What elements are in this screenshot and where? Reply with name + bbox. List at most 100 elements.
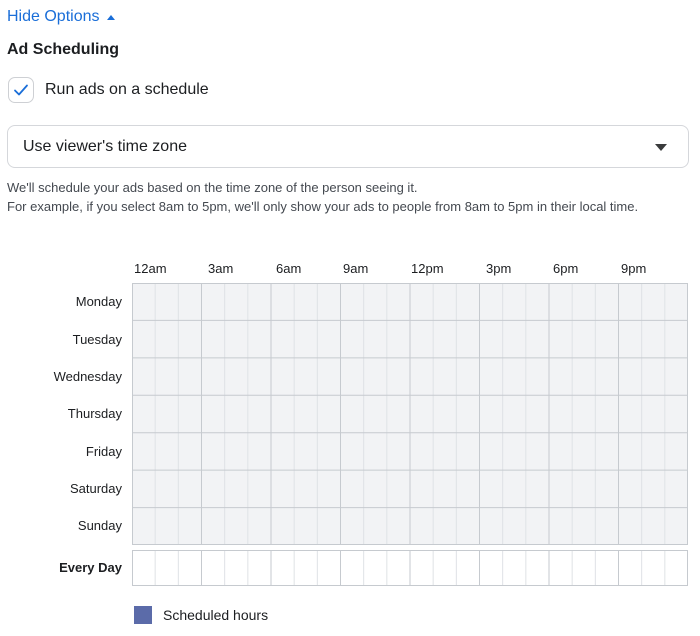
- schedule-cell-thursday-20[interactable]: [595, 395, 619, 433]
- schedule-cell-sunday-7[interactable]: [294, 507, 318, 545]
- schedule-cell-monday-10[interactable]: [363, 283, 387, 321]
- schedule-cell-wednesday-6[interactable]: [271, 357, 295, 396]
- schedule-cell-wednesday-17[interactable]: [525, 357, 549, 396]
- schedule-cell-thursday-9[interactable]: [340, 395, 364, 433]
- schedule-cell-friday-0[interactable]: [132, 432, 156, 471]
- schedule-cell-thursday-8[interactable]: [317, 395, 341, 433]
- schedule-cell-thursday-18[interactable]: [549, 395, 573, 433]
- schedule-cell-tuesday-4[interactable]: [224, 320, 248, 358]
- schedule-cell-tuesday-13[interactable]: [433, 320, 457, 358]
- every-day-cell-13[interactable]: [433, 550, 457, 586]
- schedule-cell-monday-4[interactable]: [224, 283, 248, 321]
- schedule-cell-thursday-17[interactable]: [525, 395, 549, 433]
- schedule-cell-thursday-11[interactable]: [386, 395, 410, 433]
- schedule-cell-monday-23[interactable]: [664, 283, 688, 321]
- schedule-cell-sunday-14[interactable]: [456, 507, 480, 545]
- schedule-cell-friday-23[interactable]: [664, 432, 688, 471]
- schedule-cell-monday-6[interactable]: [271, 283, 295, 321]
- schedule-cell-tuesday-16[interactable]: [502, 320, 526, 358]
- schedule-cell-saturday-5[interactable]: [247, 470, 271, 508]
- every-day-cell-18[interactable]: [549, 550, 573, 586]
- every-day-cell-17[interactable]: [525, 550, 549, 586]
- schedule-cell-sunday-16[interactable]: [502, 507, 526, 545]
- schedule-cell-sunday-17[interactable]: [525, 507, 549, 545]
- schedule-cell-friday-1[interactable]: [155, 432, 179, 471]
- schedule-cell-friday-15[interactable]: [479, 432, 503, 471]
- schedule-cell-wednesday-22[interactable]: [641, 357, 665, 396]
- schedule-cell-thursday-22[interactable]: [641, 395, 665, 433]
- schedule-cell-thursday-21[interactable]: [618, 395, 642, 433]
- schedule-cell-wednesday-11[interactable]: [386, 357, 410, 396]
- schedule-cell-tuesday-20[interactable]: [595, 320, 619, 358]
- every-day-cell-3[interactable]: [201, 550, 225, 586]
- schedule-cell-tuesday-14[interactable]: [456, 320, 480, 358]
- schedule-cell-friday-8[interactable]: [317, 432, 341, 471]
- schedule-cell-tuesday-17[interactable]: [525, 320, 549, 358]
- schedule-cell-thursday-14[interactable]: [456, 395, 480, 433]
- schedule-cell-sunday-23[interactable]: [664, 507, 688, 545]
- every-day-cell-22[interactable]: [641, 550, 665, 586]
- schedule-cell-tuesday-7[interactable]: [294, 320, 318, 358]
- schedule-cell-tuesday-21[interactable]: [618, 320, 642, 358]
- schedule-grid[interactable]: [132, 283, 688, 545]
- schedule-cell-friday-19[interactable]: [572, 432, 596, 471]
- schedule-cell-saturday-1[interactable]: [155, 470, 179, 508]
- schedule-cell-sunday-2[interactable]: [178, 507, 202, 545]
- schedule-cell-wednesday-16[interactable]: [502, 357, 526, 396]
- schedule-cell-monday-14[interactable]: [456, 283, 480, 321]
- schedule-cell-monday-18[interactable]: [549, 283, 573, 321]
- schedule-cell-saturday-4[interactable]: [224, 470, 248, 508]
- schedule-cell-saturday-3[interactable]: [201, 470, 225, 508]
- schedule-cell-tuesday-10[interactable]: [363, 320, 387, 358]
- schedule-cell-sunday-10[interactable]: [363, 507, 387, 545]
- every-day-cell-0[interactable]: [132, 550, 156, 586]
- schedule-cell-monday-15[interactable]: [479, 283, 503, 321]
- schedule-cell-saturday-12[interactable]: [410, 470, 434, 508]
- schedule-cell-sunday-3[interactable]: [201, 507, 225, 545]
- schedule-cell-thursday-3[interactable]: [201, 395, 225, 433]
- every-day-cell-7[interactable]: [294, 550, 318, 586]
- schedule-cell-saturday-0[interactable]: [132, 470, 156, 508]
- schedule-cell-friday-4[interactable]: [224, 432, 248, 471]
- schedule-cell-saturday-15[interactable]: [479, 470, 503, 508]
- schedule-cell-thursday-13[interactable]: [433, 395, 457, 433]
- schedule-cell-saturday-9[interactable]: [340, 470, 364, 508]
- every-day-cell-1[interactable]: [155, 550, 179, 586]
- schedule-cell-thursday-23[interactable]: [664, 395, 688, 433]
- schedule-cell-wednesday-15[interactable]: [479, 357, 503, 396]
- every-day-cell-14[interactable]: [456, 550, 480, 586]
- schedule-cell-sunday-1[interactable]: [155, 507, 179, 545]
- every-day-cell-23[interactable]: [664, 550, 688, 586]
- schedule-cell-friday-12[interactable]: [410, 432, 434, 471]
- run-on-schedule-checkbox[interactable]: [8, 77, 34, 103]
- schedule-cell-wednesday-10[interactable]: [363, 357, 387, 396]
- schedule-cell-wednesday-8[interactable]: [317, 357, 341, 396]
- schedule-cell-thursday-1[interactable]: [155, 395, 179, 433]
- schedule-cell-friday-11[interactable]: [386, 432, 410, 471]
- every-day-cell-11[interactable]: [386, 550, 410, 586]
- schedule-cell-friday-22[interactable]: [641, 432, 665, 471]
- schedule-cell-wednesday-18[interactable]: [549, 357, 573, 396]
- schedule-cell-sunday-19[interactable]: [572, 507, 596, 545]
- every-day-cell-8[interactable]: [317, 550, 341, 586]
- schedule-cell-saturday-7[interactable]: [294, 470, 318, 508]
- schedule-cell-saturday-6[interactable]: [271, 470, 295, 508]
- schedule-cell-sunday-18[interactable]: [549, 507, 573, 545]
- every-day-cell-2[interactable]: [178, 550, 202, 586]
- schedule-cell-wednesday-2[interactable]: [178, 357, 202, 396]
- every-day-cell-10[interactable]: [363, 550, 387, 586]
- every-day-cell-16[interactable]: [502, 550, 526, 586]
- schedule-cell-sunday-0[interactable]: [132, 507, 156, 545]
- schedule-cell-wednesday-12[interactable]: [410, 357, 434, 396]
- schedule-cell-tuesday-23[interactable]: [664, 320, 688, 358]
- schedule-cell-sunday-6[interactable]: [271, 507, 295, 545]
- schedule-cell-wednesday-7[interactable]: [294, 357, 318, 396]
- schedule-cell-saturday-2[interactable]: [178, 470, 202, 508]
- schedule-cell-tuesday-15[interactable]: [479, 320, 503, 358]
- schedule-cell-sunday-4[interactable]: [224, 507, 248, 545]
- schedule-cell-sunday-21[interactable]: [618, 507, 642, 545]
- schedule-cell-sunday-12[interactable]: [410, 507, 434, 545]
- schedule-cell-thursday-10[interactable]: [363, 395, 387, 433]
- schedule-cell-thursday-5[interactable]: [247, 395, 271, 433]
- schedule-cell-monday-19[interactable]: [572, 283, 596, 321]
